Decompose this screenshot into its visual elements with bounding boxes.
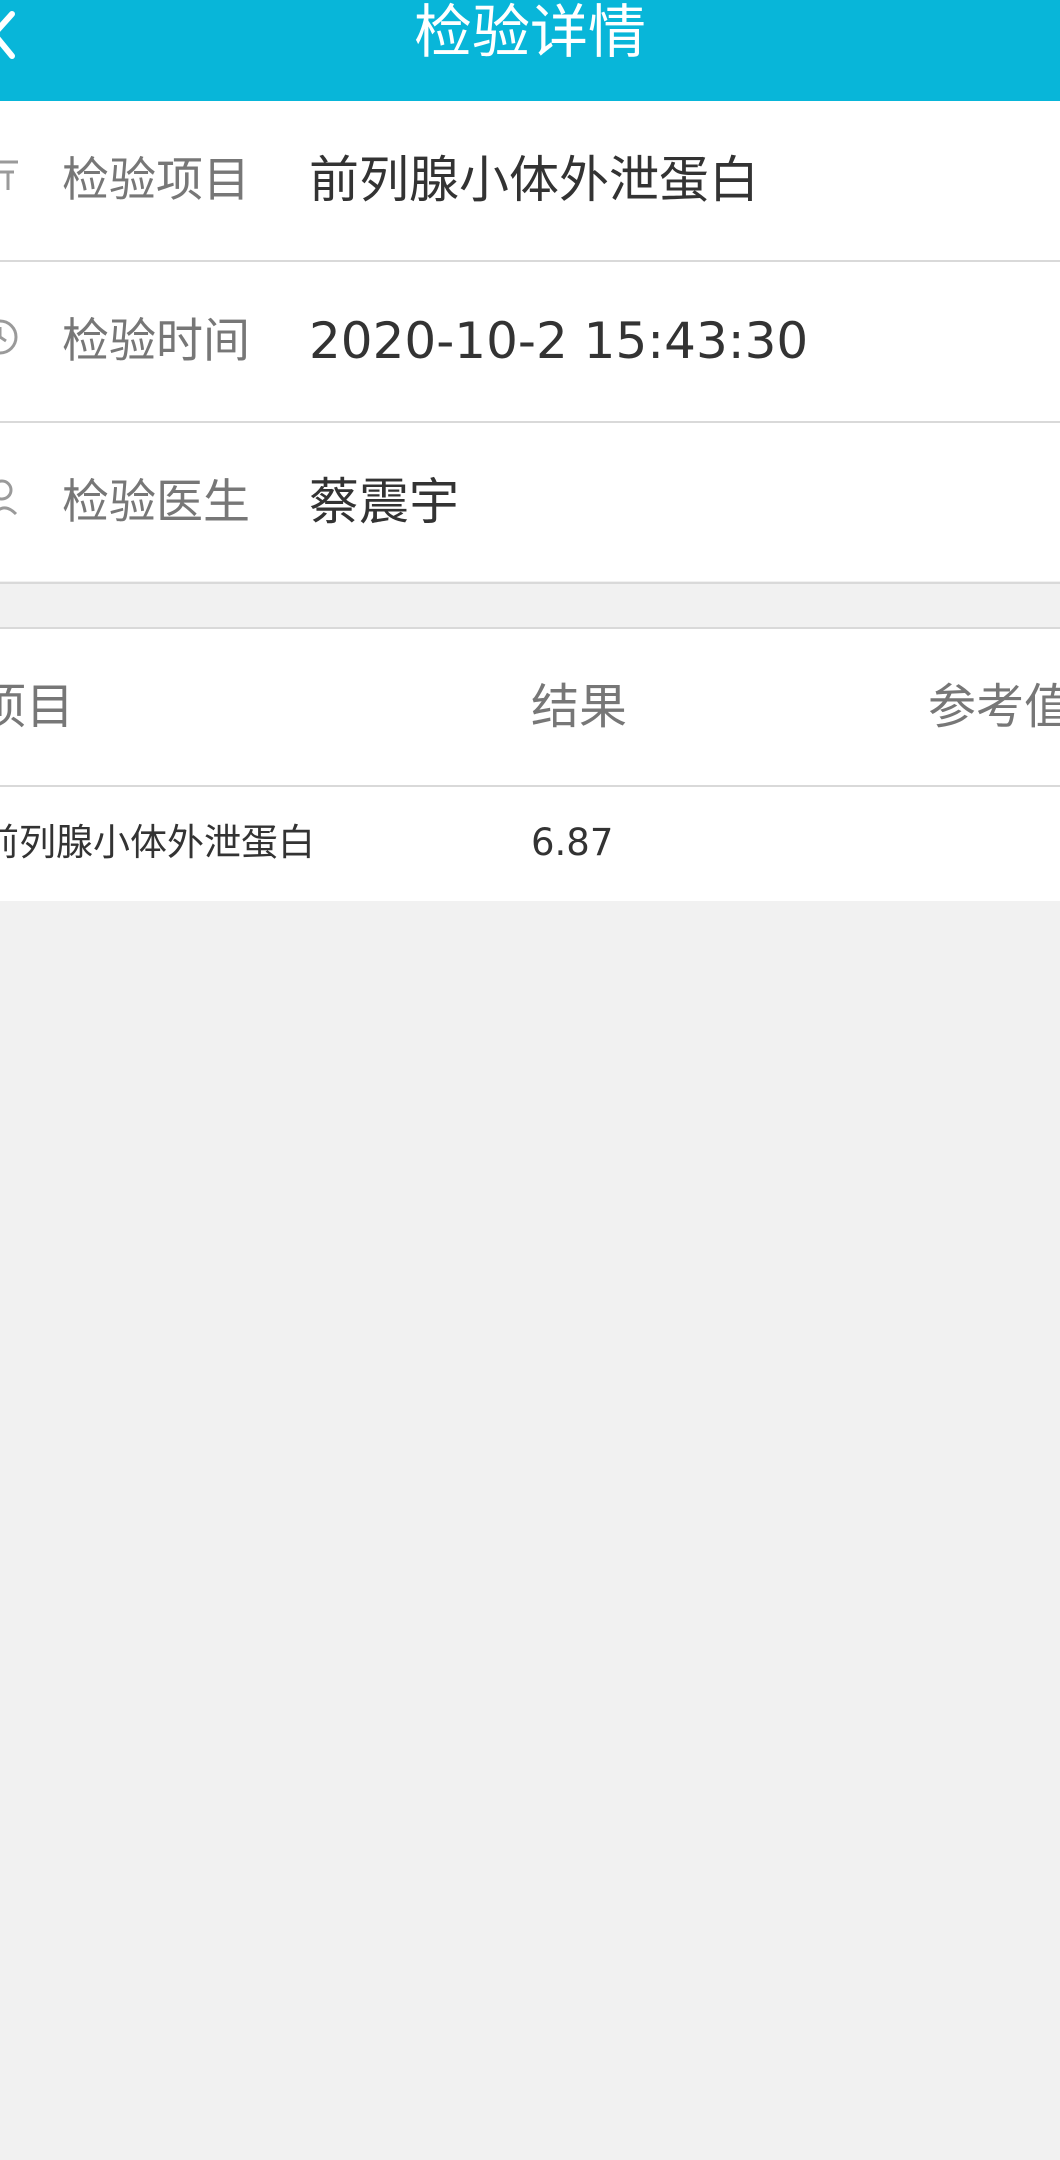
info-value: 前列腺小体外泄蛋白 [309, 151, 759, 209]
info-card: 检验项目 前列腺小体外泄蛋白 检验时间 2020-10-2 15:43:30 检… [0, 101, 1060, 584]
info-label: 检验项目 [62, 153, 250, 208]
page-title: 检验详情 [413, 0, 646, 66]
results-table: 项目 结果 参考值 前列腺小体外泄蛋白 6.87 [0, 627, 1060, 901]
cell-item: 前列腺小体外泄蛋白 [0, 821, 315, 864]
info-row-test-doctor: 检验医生 蔡震宇 [0, 423, 1060, 584]
table-header-row: 项目 结果 参考值 [0, 629, 1060, 787]
info-value: 2020-10-2 15:43:30 [309, 312, 809, 370]
info-row-test-item: 检验项目 前列腺小体外泄蛋白 [0, 101, 1060, 262]
list-icon [0, 156, 22, 206]
person-icon [0, 478, 22, 528]
info-value: 蔡震宇 [309, 473, 459, 531]
app-header: 检验详情 [0, 0, 1060, 101]
info-label: 检验时间 [62, 314, 250, 369]
cell-result: 6.87 [531, 821, 614, 864]
column-header-result: 结果 [531, 679, 628, 735]
info-row-test-time: 检验时间 2020-10-2 15:43:30 [0, 262, 1060, 423]
column-header-item: 项目 [0, 679, 75, 735]
column-header-reference: 参考值 [928, 679, 1060, 735]
table-row: 前列腺小体外泄蛋白 6.87 [0, 787, 1060, 899]
clock-icon [0, 317, 22, 367]
info-label: 检验医生 [62, 475, 250, 530]
